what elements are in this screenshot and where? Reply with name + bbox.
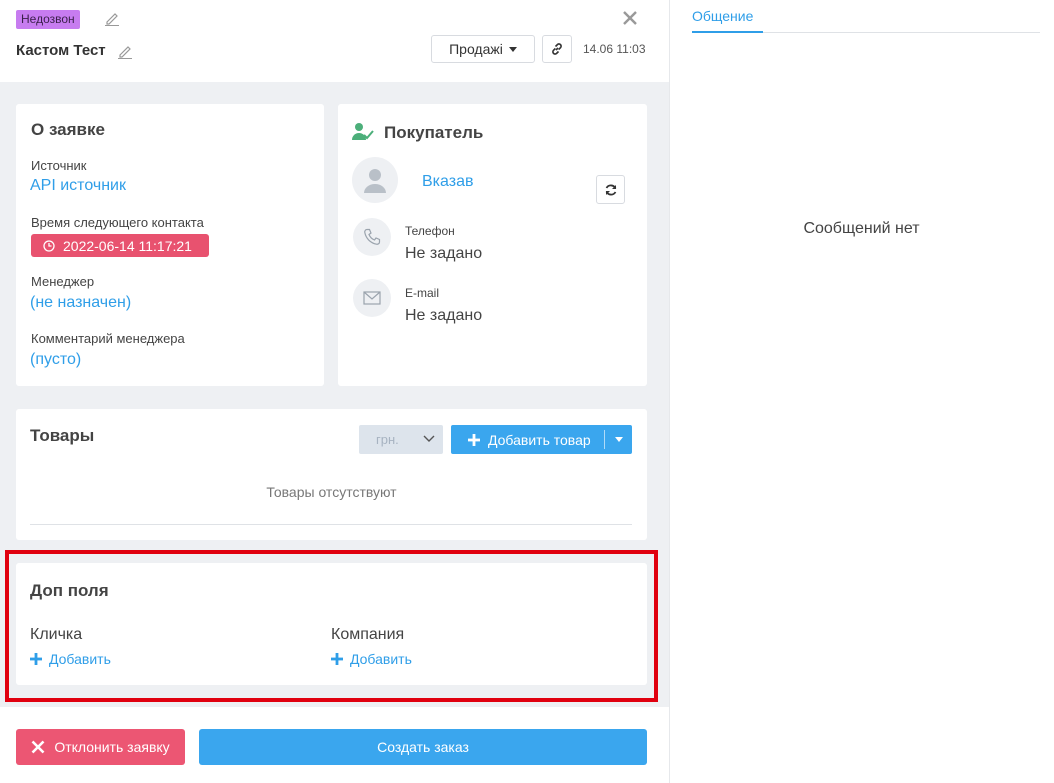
- request-header: Недозвон Кастом Тест Продажі 14.06 11:03: [0, 0, 669, 82]
- chevron-down-icon: [614, 437, 623, 442]
- next-contact-value: 2022-06-14 11:17:21: [63, 237, 192, 254]
- user-avatar-icon: [364, 169, 386, 193]
- currency-select[interactable]: грн.: [359, 425, 443, 454]
- request-info-title: О заявке: [31, 120, 105, 139]
- avatar: [352, 157, 398, 203]
- highlight-box: [5, 550, 658, 702]
- edit-title-pencil-icon[interactable]: [117, 43, 133, 59]
- close-icon[interactable]: [620, 8, 640, 28]
- pipeline-dropdown[interactable]: Продажі: [431, 35, 535, 63]
- create-order-button[interactable]: Создать заказ: [199, 729, 647, 765]
- chevron-down-icon: [508, 46, 517, 52]
- currency-value: грн.: [376, 432, 399, 447]
- products-title: Товары: [30, 426, 95, 445]
- pipeline-label: Продажі: [449, 41, 503, 57]
- manager-link[interactable]: (не назначен): [30, 294, 131, 312]
- chat-panel: [669, 0, 1054, 783]
- refresh-buyer-button[interactable]: [596, 175, 625, 204]
- active-tab-indicator: [692, 31, 763, 33]
- divider: [30, 524, 632, 525]
- phone-icon: [364, 228, 381, 245]
- email-icon-wrap: [353, 279, 391, 317]
- phone-icon-wrap: [353, 218, 391, 256]
- link-icon: [552, 43, 562, 55]
- add-product-button[interactable]: Добавить товар: [451, 425, 632, 454]
- source-link[interactable]: API источник: [30, 177, 126, 195]
- manager-label: Менеджер: [31, 274, 95, 289]
- envelope-icon: [363, 291, 381, 305]
- buyer-title: Покупатель: [384, 123, 484, 142]
- phone-label: Телефон: [405, 224, 455, 238]
- status-badge[interactable]: Недозвон: [16, 10, 80, 29]
- add-product-main[interactable]: Добавить товар: [451, 425, 604, 454]
- close-icon: [31, 740, 45, 754]
- products-empty-text: Товары отсутствуют: [266, 484, 397, 500]
- chevron-down-icon: [423, 435, 435, 442]
- request-date: 14.06 11:03: [583, 42, 646, 56]
- email-value: Не задано: [405, 307, 483, 324]
- decline-label: Отклонить заявку: [54, 739, 170, 755]
- next-contact-time[interactable]: 2022-06-14 11:17:21: [31, 234, 209, 257]
- email-label: E-mail: [405, 286, 440, 300]
- buyer-name-link[interactable]: Вказав: [422, 173, 473, 191]
- next-contact-label: Время следующего контакта: [31, 215, 204, 230]
- plus-icon: [468, 433, 480, 446]
- request-panel: Недозвон Кастом Тест Продажі 14.06 11:03: [0, 0, 669, 783]
- tab-communication[interactable]: Общение: [692, 8, 753, 24]
- refresh-icon: [605, 184, 616, 195]
- edit-status-pencil-icon[interactable]: [104, 10, 120, 26]
- tab-divider: [763, 32, 1040, 33]
- decline-request-button[interactable]: Отклонить заявку: [16, 729, 185, 765]
- comment-link[interactable]: (пусто): [30, 351, 81, 369]
- comment-label: Комментарий менеджера: [31, 331, 185, 346]
- request-title: Кастом Тест: [16, 42, 106, 59]
- no-messages-text: Сообщений нет: [803, 220, 920, 237]
- user-check-icon: [352, 123, 374, 140]
- add-product-label: Добавить товар: [488, 431, 591, 448]
- copy-link-button[interactable]: [542, 35, 572, 63]
- add-product-dropdown[interactable]: [605, 425, 632, 454]
- source-label: Источник: [31, 158, 87, 173]
- phone-value: Не задано: [405, 245, 483, 262]
- clock-icon: [43, 239, 55, 252]
